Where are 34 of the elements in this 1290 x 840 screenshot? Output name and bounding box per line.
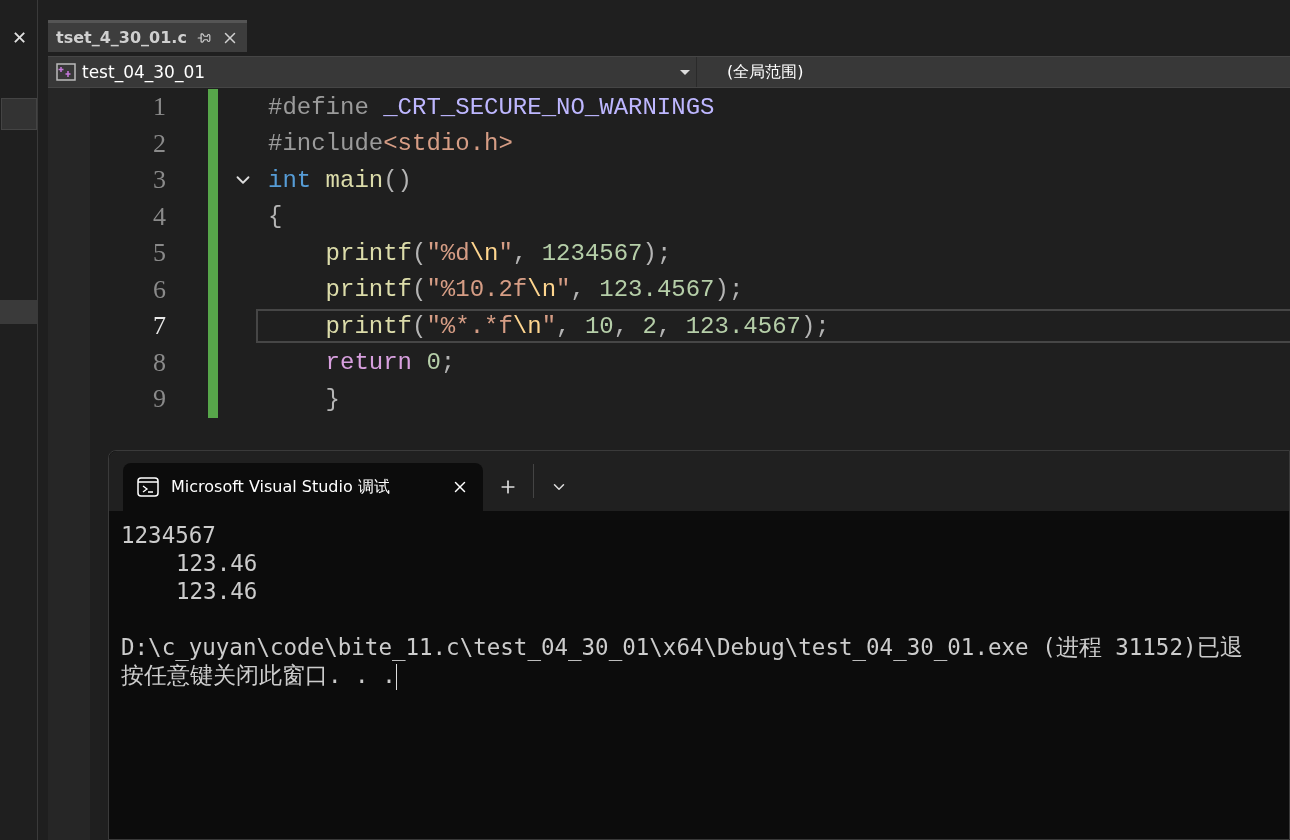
console-icon: [137, 477, 159, 497]
project-icon: [56, 63, 76, 81]
close-icon[interactable]: ✕: [11, 28, 37, 48]
text-cursor: [395, 663, 398, 690]
code-line: printf("%*.*f\n", 10, 2, 123.4567);: [256, 309, 1290, 344]
console-output: 按任意键关闭此窗口. . .: [121, 662, 396, 688]
line-number: 2: [152, 128, 166, 159]
console-output: 123.46: [176, 550, 258, 576]
console-output: 123.46: [176, 578, 258, 604]
document-tab[interactable]: tset_4_30_01.c: [48, 20, 247, 52]
code-line: printf("%10.2f\n", 123.4567);: [324, 275, 745, 306]
change-bar: [208, 381, 218, 418]
line-number: 8: [152, 347, 166, 378]
line-number: 1: [152, 92, 166, 123]
code-line: #include<stdio.h>: [267, 129, 514, 160]
line-number: 7: [152, 311, 166, 342]
code-line: }: [324, 384, 341, 415]
terminal-tab[interactable]: Microsoft Visual Studio 调试: [123, 463, 483, 511]
code-line: int main(): [267, 165, 414, 196]
scope-dropdown[interactable]: (全局范围): [697, 61, 804, 83]
code-line: {: [267, 202, 284, 233]
console-output: D:\c_yuyan\code\bite_11.c\test_04_30_01\x64\Debug\test_04_30_01.exe (进程 31152)已退: [121, 634, 1243, 660]
pin-icon[interactable]: [196, 30, 211, 45]
code-line: #define _CRT_SECURE_NO_WARNINGS: [267, 92, 716, 123]
line-number: 5: [152, 238, 166, 269]
project-dropdown[interactable]: test_04_30_01: [48, 57, 697, 87]
code-line: printf("%d\n", 1234567);: [324, 238, 673, 269]
line-number: 6: [152, 274, 166, 305]
line-number: 4: [152, 201, 166, 232]
line-number: 9: [152, 384, 166, 415]
line-number: 3: [152, 165, 166, 196]
console-output: 1234567: [121, 522, 216, 548]
code-line: return 0;: [324, 348, 457, 379]
change-bar: [208, 89, 218, 126]
